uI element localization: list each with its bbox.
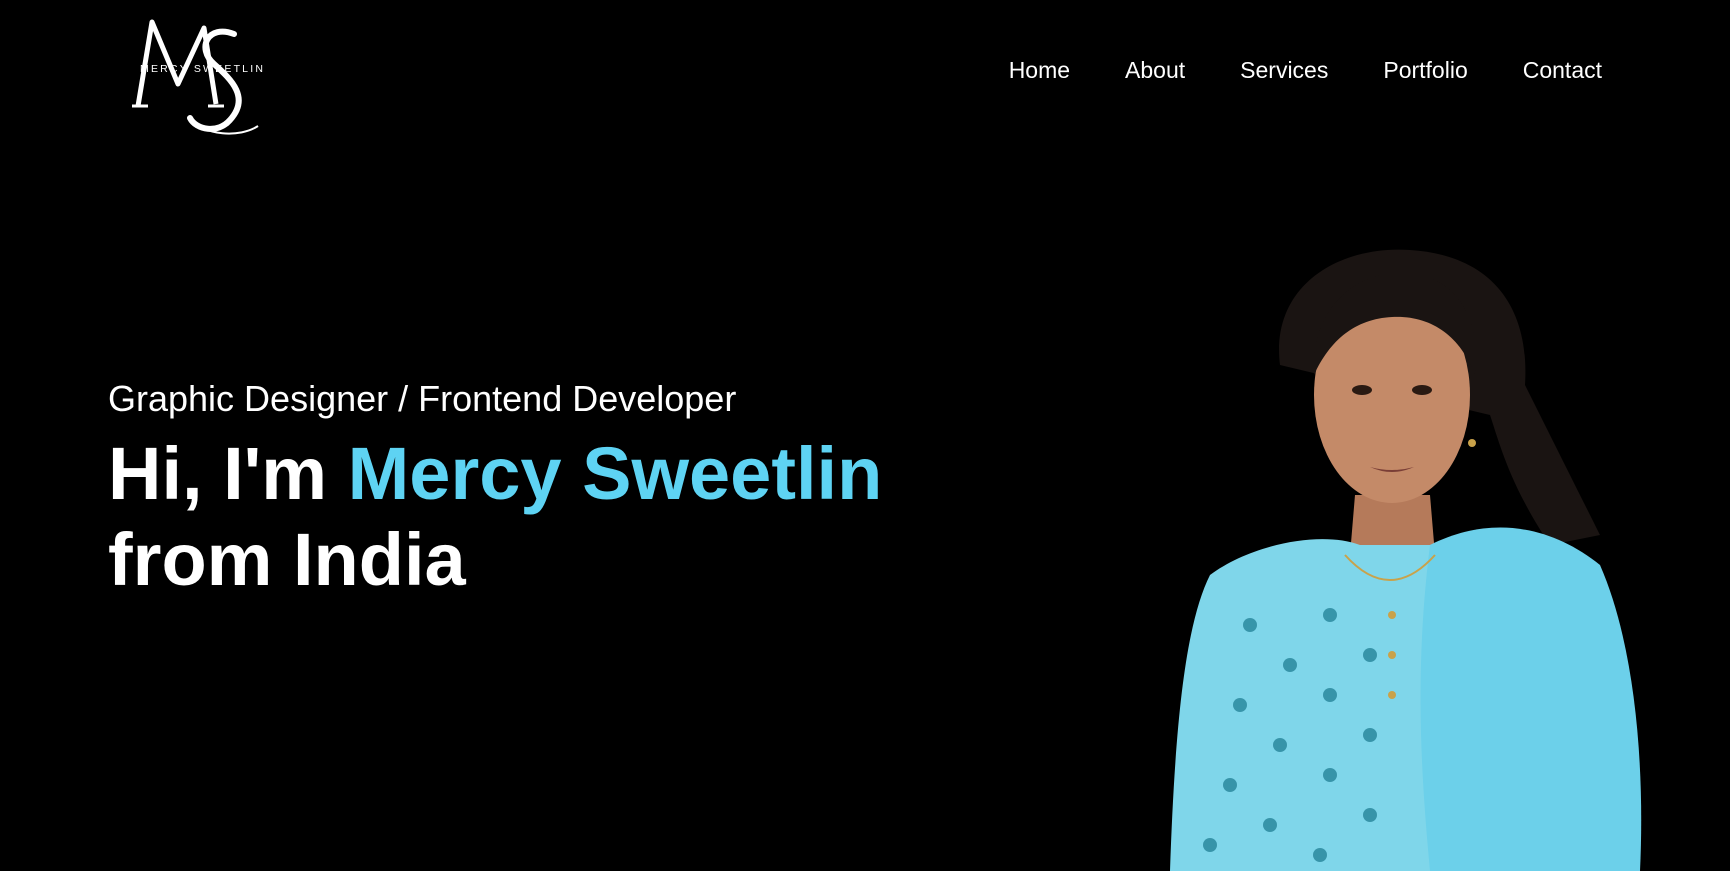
nav-about[interactable]: About [1125,54,1185,86]
portrait-photo [1130,245,1660,871]
hero-subtitle: Graphic Designer / Frontend Developer [108,378,737,419]
brand-logo[interactable]: MERCY SWEETLIN [130,14,290,144]
nav-home[interactable]: Home [1009,54,1070,86]
hero-location: from India [108,518,466,601]
nav-contact[interactable]: Contact [1523,54,1602,86]
hero-greeting: Hi, I'm [108,432,328,515]
monogram-logo-icon: MERCY SWEETLIN [132,19,265,135]
nav-services[interactable]: Services [1240,54,1328,86]
main-nav: Home About Services Portfolio Contact [1009,54,1602,86]
hero-name: Mercy Sweetlin [347,432,883,515]
person-photo-icon [1170,249,1642,871]
nav-portfolio[interactable]: Portfolio [1383,54,1467,86]
hero-section: Graphic Designer / Frontend Developer Hi… [108,375,1008,603]
logo-wordmark: MERCY SWEETLIN [140,63,265,75]
page: MERCY SWEETLIN Home About Services Portf… [0,0,1730,871]
hero-title: Hi, I'm Mercy Sweetlin from India [108,431,1008,603]
